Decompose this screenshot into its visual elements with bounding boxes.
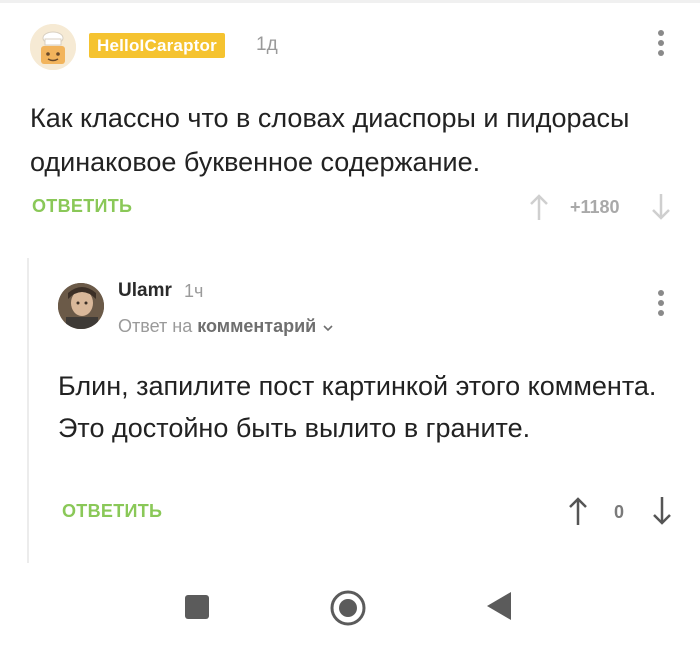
arrow-down-icon[interactable] [650,495,674,532]
comment-score: +1180 [570,197,620,217]
chef-avatar-icon [30,24,76,70]
arrow-up-icon[interactable] [566,495,590,532]
triangle-back-icon[interactable] [485,590,513,627]
reply-button[interactable]: ОТВЕТИТЬ [32,196,132,217]
reply-time: 1ч [184,281,204,301]
reply-to-target[interactable]: комментарий [197,316,316,336]
reply-text: Блин, запилите пост картинкой этого комм… [58,371,657,443]
thread-line[interactable] [27,258,29,563]
avatar[interactable] [30,24,76,70]
comment-text: Как классно что в словах диаспоры и пидо… [30,103,630,177]
avatar[interactable] [58,283,104,329]
more-vertical-icon[interactable] [652,30,670,62]
chevron-down-icon[interactable] [322,317,334,338]
username-badge[interactable]: HelloICaraptor [89,33,225,58]
circle-icon[interactable] [329,589,367,632]
comment-time: 1д [256,34,278,55]
reply-to-prefix: Ответ на [118,316,193,336]
reply-to-link[interactable]: Ответ на комментарий [118,316,334,338]
arrow-up-icon[interactable] [528,192,550,227]
user-photo-icon [58,283,104,329]
username[interactable]: Ulamr [118,280,172,302]
square-icon[interactable] [185,595,209,619]
reply-score: 0 [614,502,625,522]
more-vertical-icon[interactable] [652,290,670,322]
reply-button[interactable]: ОТВЕТИТЬ [62,501,162,522]
arrow-down-icon[interactable] [650,192,672,227]
top-divider [0,0,700,3]
